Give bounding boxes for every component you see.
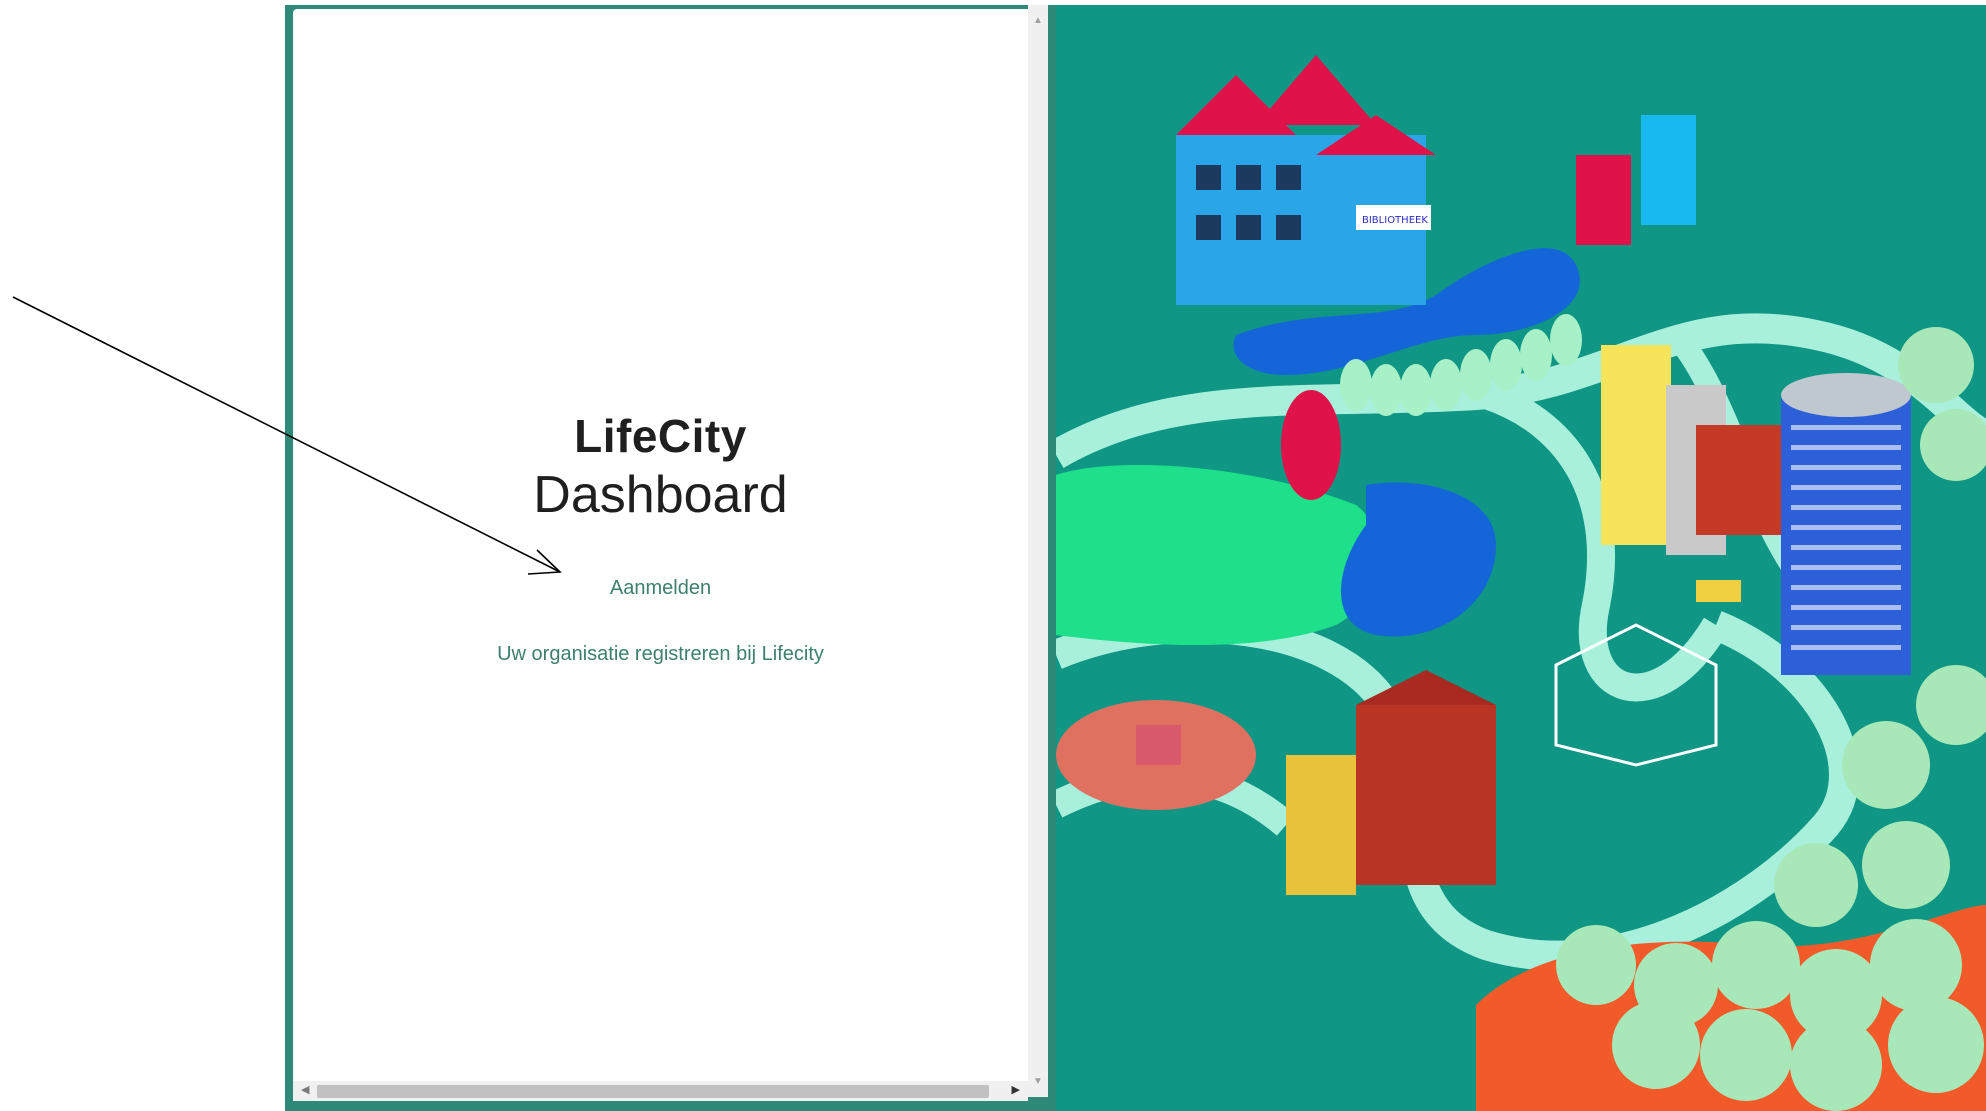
- annotation-arrow-icon: [12, 296, 562, 575]
